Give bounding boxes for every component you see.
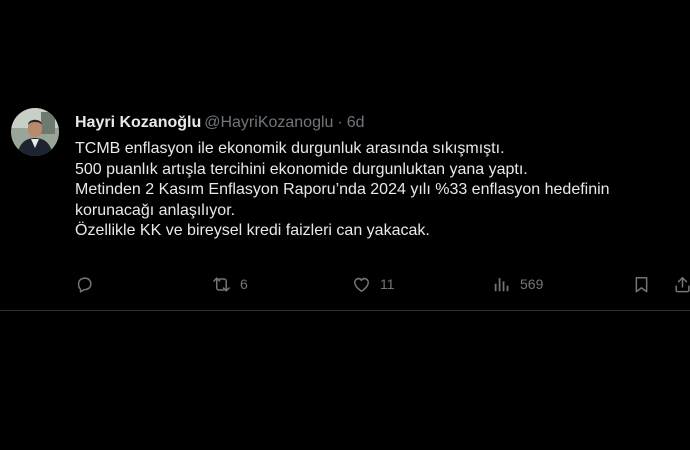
author-display-name[interactable]: Hayri Kozanoğlu <box>75 114 201 131</box>
tweet-header: Hayri Kozanoğlu @HayriKozanoglu · 6d <box>75 113 365 133</box>
avatar[interactable] <box>11 108 59 156</box>
retweet-icon <box>212 275 231 294</box>
bookmark-button[interactable] <box>632 272 651 296</box>
heart-icon <box>352 275 371 294</box>
share-button[interactable] <box>673 272 690 296</box>
tweet[interactable]: Hayri Kozanoğlu @HayriKozanoglu · 6d TCMB e… <box>0 96 690 311</box>
views-count: 569 <box>520 276 544 292</box>
tweet-text-line: korunacağı anlaşılıyor. <box>75 201 236 219</box>
reply-icon <box>75 275 94 294</box>
retweet-count: 6 <box>240 276 248 292</box>
tweet-action-bar: 6 11 569 <box>0 272 690 296</box>
like-button[interactable]: 11 <box>352 272 395 296</box>
bookmark-icon <box>632 275 651 294</box>
tweet-timestamp[interactable]: 6d <box>347 114 365 131</box>
tweet-text-line: TCMB enflasyon ile ekonomik durgunluk ar… <box>75 140 505 157</box>
tweet-text-line: 500 puanlık artışla tercihini ekonomide … <box>75 160 528 178</box>
share-icon <box>673 275 690 294</box>
separator-dot: · <box>337 114 343 131</box>
retweet-button[interactable]: 6 <box>212 272 248 296</box>
author-handle[interactable]: @HayriKozanoglu <box>204 114 333 131</box>
views-chart-icon <box>492 275 511 294</box>
views-button[interactable]: 569 <box>492 272 543 296</box>
tweet-text-line: Metinden 2 Kasım Enflasyon Raporu’nda 20… <box>75 181 610 199</box>
tweet-text: TCMB enflasyon ile ekonomik durgunluk ar… <box>75 139 690 242</box>
like-count: 11 <box>380 276 395 292</box>
tweet-text-line: Özellikle KK ve bireysel kredi faizleri … <box>75 222 430 240</box>
reply-button[interactable] <box>75 272 94 296</box>
